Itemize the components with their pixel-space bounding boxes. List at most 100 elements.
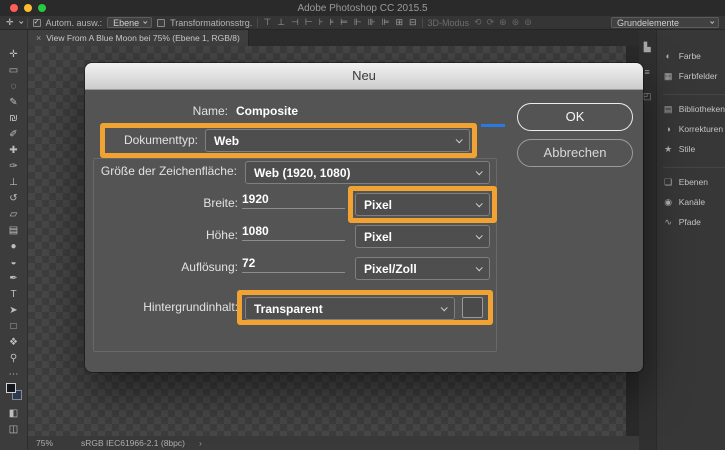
panel-tab-pfade[interactable]: ∿ Pfade [663,212,725,232]
clone-stamp-icon: ⊥ [9,177,18,188]
quick-selection-tool[interactable]: ✎ [0,92,27,108]
align-icon[interactable]: ⊟ [409,17,417,28]
zoom-tool[interactable]: ⚲ [0,348,27,364]
ok-button[interactable]: OK [517,103,633,131]
canvas-size-dropdown[interactable]: Web (1920, 1080) [245,161,490,184]
divider [26,17,28,28]
document-type-dropdown[interactable]: Web [205,129,470,152]
background-content-dropdown[interactable]: Transparent [245,297,455,320]
align-icon[interactable]: ⊨ [340,17,348,28]
rectangular-marquee-tool[interactable]: ▭ [0,60,27,76]
panel-tab-ebenen[interactable]: ❏ Ebenen [663,172,725,192]
history-brush-icon: ↺ [9,193,18,204]
3d-roll-icon[interactable]: ⟳ [487,17,495,28]
histogram-icon[interactable]: ▙ [644,42,651,53]
eyedropper-icon: ✐ [9,129,18,140]
gradient-tool[interactable]: ▤ [0,220,27,236]
navigator-icon[interactable]: ◰ [643,91,652,102]
status-bar: 75% sRGB IEC61966-2.1 (8bpc) › [28,436,639,450]
color-icon: ◐ [665,51,671,61]
3d-drag-icon[interactable]: ⊕ [499,17,507,28]
workspace-value: Grundelemente [617,17,680,28]
background-content-value: Transparent [254,301,323,316]
align-icon[interactable]: ⊪ [368,17,376,28]
height-input[interactable]: 1080 [242,224,345,241]
cancel-button[interactable]: Abbrechen [517,139,633,167]
name-input[interactable]: Composite [236,104,298,118]
properties-icon[interactable]: ≡ [645,67,650,77]
history-brush-tool[interactable]: ↺ [0,188,27,204]
divider [257,17,259,28]
document-tab-title: View From A Blue Moon bei 75% (Ebene 1, … [46,33,240,43]
transform-controls-checkbox[interactable] [157,18,166,27]
lasso-icon: ◌ [10,81,17,92]
eraser-icon: ▱ [9,209,18,220]
panel-tab-korrekturen[interactable]: ◑ Korrekturen [663,119,725,139]
auto-select-layer-dropdown[interactable]: Ebene [107,17,153,28]
new-document-dialog: Neu Name: Composite Dokumenttyp: Web Grö… [85,63,643,372]
brush-tool[interactable]: ✑ [0,156,27,172]
resolution-unit-dropdown[interactable]: Pixel/Zoll [355,257,490,280]
panel-tab-bibliotheken[interactable]: ▤ Bibliotheken [663,99,725,119]
align-icon[interactable]: ⊫ [382,17,390,28]
rectangle-icon: □ [10,321,17,332]
chevron-down-icon [455,136,463,144]
document-tab[interactable]: × View From A Blue Moon bei 75% (Ebene 1… [28,30,249,46]
pen-tool[interactable]: ✒ [0,268,27,284]
crop-tool[interactable]: ₪ [0,108,27,124]
close-tab-icon[interactable]: × [36,33,41,43]
chevron-down-icon [18,19,23,24]
chevron-down-icon [475,264,483,272]
screen-mode-button[interactable]: ◫ [0,419,27,435]
chevron-down-icon [143,19,148,24]
rectangle-tool[interactable]: □ [0,316,27,332]
width-unit-dropdown[interactable]: Pixel [355,193,490,216]
quick-mask-button[interactable]: ◧ [0,403,27,419]
height-unit-dropdown[interactable]: Pixel [355,225,490,248]
dodge-tool[interactable]: ◒ [0,252,27,268]
path-selection-tool[interactable]: ➤ [0,300,27,316]
width-input[interactable]: 1920 [242,192,345,209]
align-icon[interactable]: ⊥ [277,17,285,28]
eyedropper-tool[interactable]: ✐ [0,124,27,140]
move-tool[interactable]: ✛ [0,44,27,60]
align-icon[interactable]: ⊩ [354,17,362,28]
adjustments-icon: ◑ [665,124,671,134]
panel-tab-farbfelder[interactable]: ▦ Farbfelder [663,66,725,86]
panel-label: Farbfelder [678,71,718,81]
panel-label: Kanäle [678,197,706,207]
align-icon[interactable]: ⊢ [305,17,313,28]
hand-tool[interactable]: ❖ [0,332,27,348]
3d-rotate-icon[interactable]: ⟲ [474,17,482,28]
libraries-icon: ▤ [663,103,673,114]
spot-healing-brush-tool[interactable]: ✚ [0,140,27,156]
workspace-dropdown[interactable]: Grundelemente [611,17,719,28]
status-chevron-icon[interactable]: › [199,438,202,448]
layer-dropdown-value: Ebene [113,17,140,28]
name-field-focus-underline [481,124,505,127]
edit-toolbar-button[interactable]: ⋯ [0,364,27,380]
align-icon[interactable]: ⊦ [319,17,324,28]
width-label: Breite: [203,196,238,210]
foreground-color-swatch[interactable] [5,383,16,393]
align-icon[interactable]: ⊞ [395,17,403,28]
3d-slide-icon[interactable]: ⊛ [512,17,520,28]
align-icon[interactable]: ⊣ [291,17,299,28]
eraser-tool[interactable]: ▱ [0,204,27,220]
panel-tab-farbe[interactable]: ◐ Farbe [663,46,725,66]
auto-select-checkbox[interactable]: ✓ [32,18,41,27]
3d-scale-icon[interactable]: ⊜ [524,17,532,28]
align-icon[interactable]: ⊧ [329,17,334,28]
type-tool[interactable]: T [0,284,27,300]
background-color-chip[interactable] [462,297,483,318]
zoom-level[interactable]: 75% [36,438,53,448]
align-icon[interactable]: ⊤ [263,17,271,28]
resolution-label: Auflösung: [181,260,238,274]
blur-tool[interactable]: ● [0,236,27,252]
move-tool-icon[interactable]: ✛ [6,17,14,28]
lasso-tool[interactable]: ◌ [0,76,27,92]
panel-tab-stile[interactable]: ★ Stile [663,139,725,159]
panel-tab-kanaele[interactable]: ◉ Kanäle [663,192,725,212]
clone-stamp-tool[interactable]: ⊥ [0,172,27,188]
resolution-input[interactable]: 72 [242,256,345,273]
